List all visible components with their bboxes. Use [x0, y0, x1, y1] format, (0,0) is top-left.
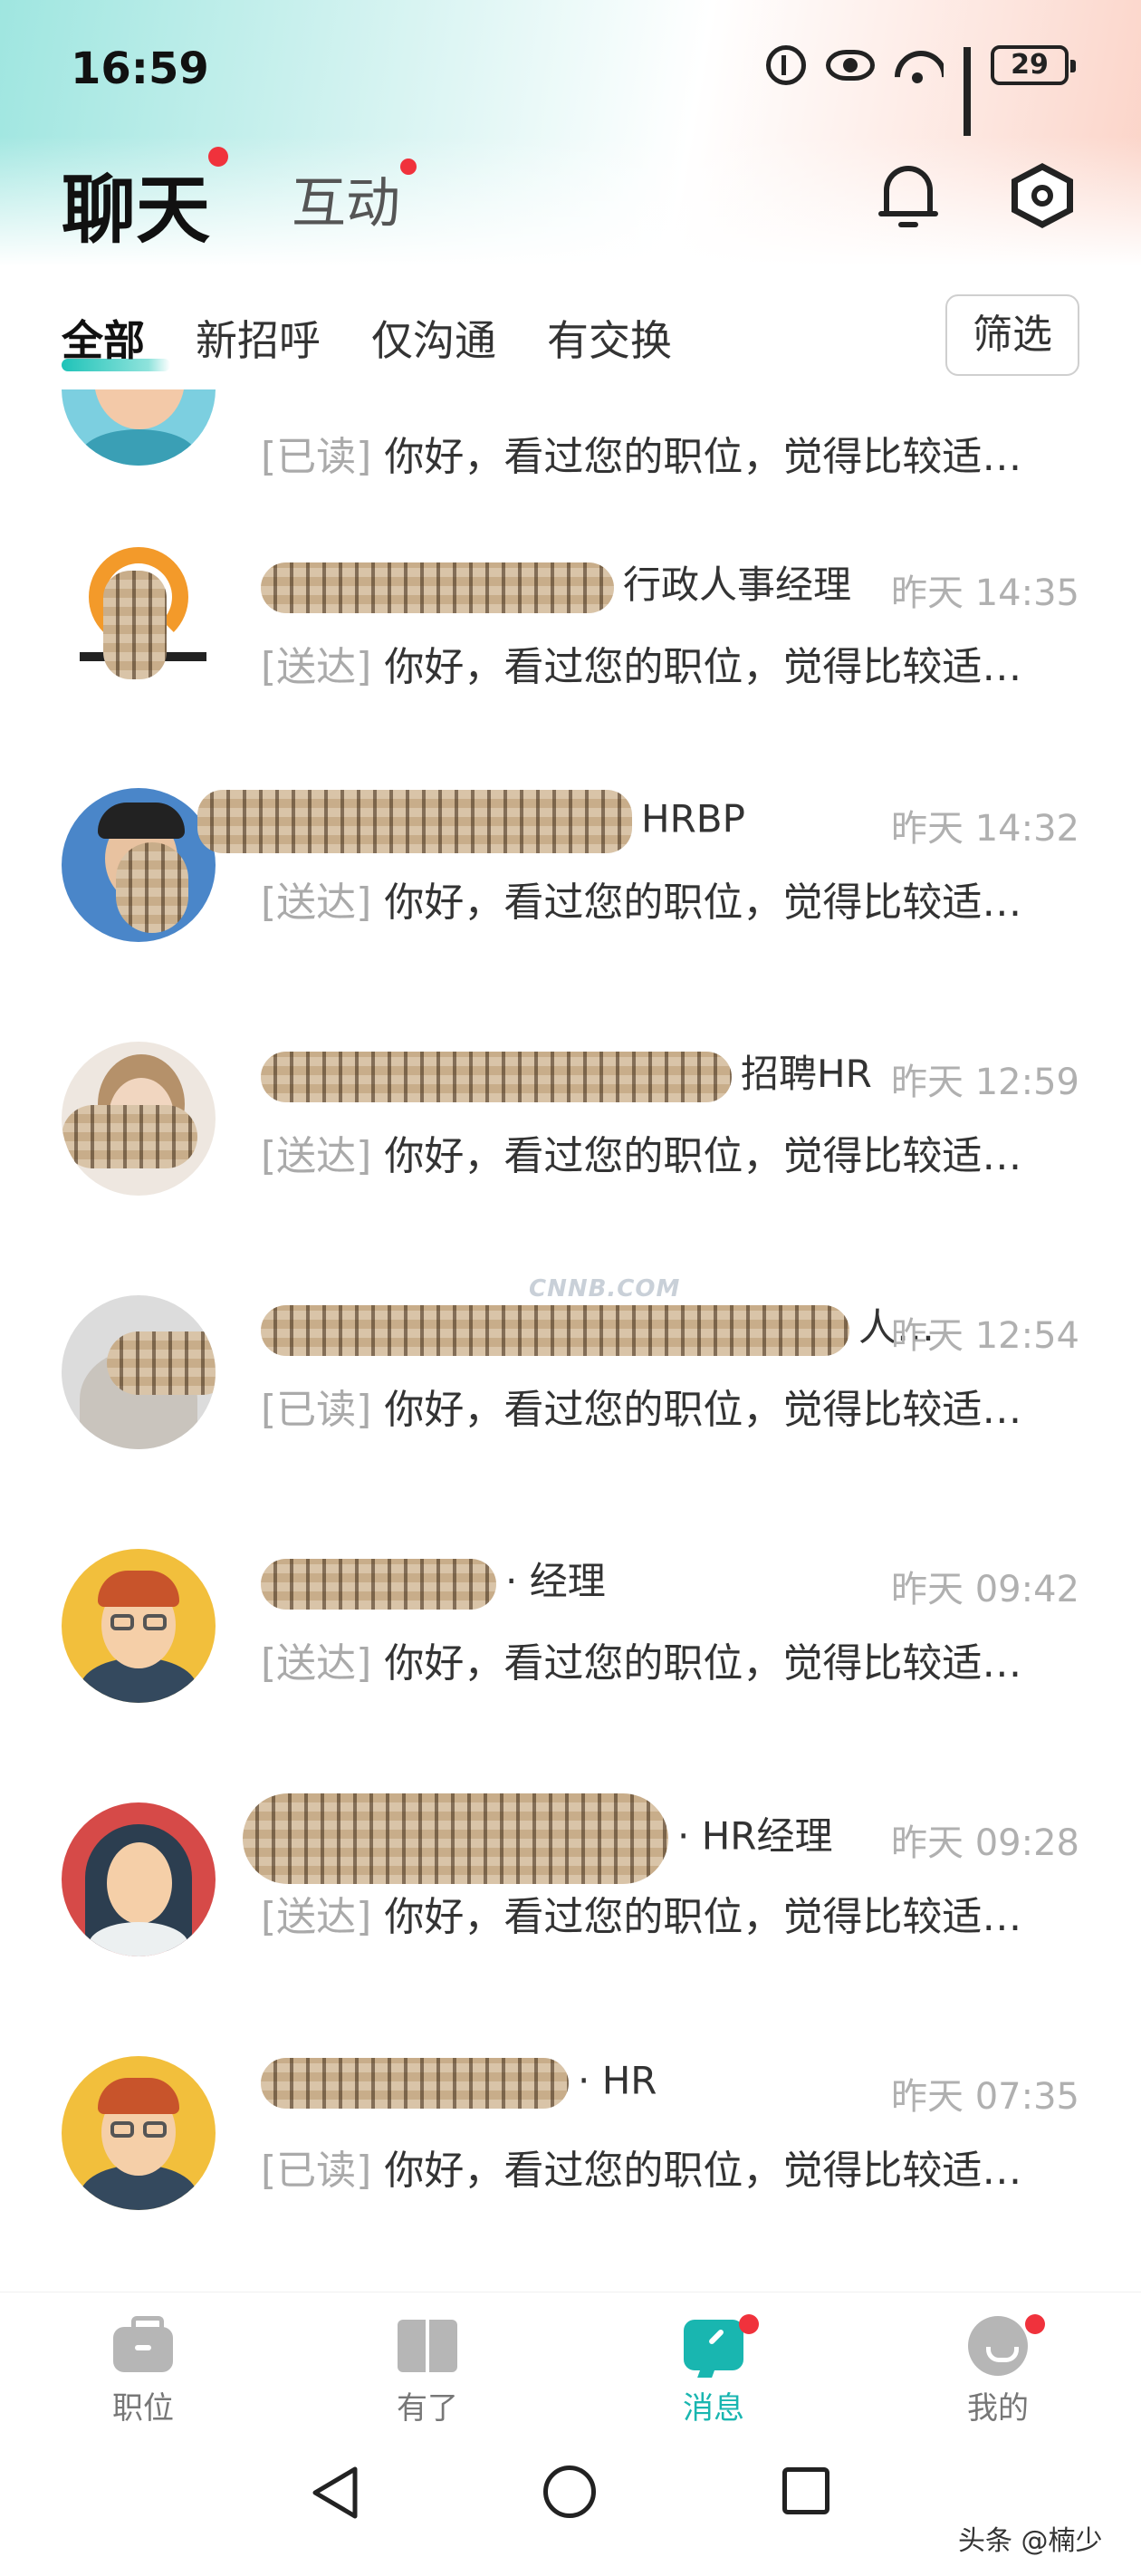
redacted-name [261, 1304, 849, 1356]
interact-badge [400, 159, 417, 175]
filter-tab-exchanged[interactable]: 有交换 [547, 308, 672, 368]
redacted-name [261, 1558, 496, 1610]
tab-chat[interactable]: 聊天 [62, 149, 210, 257]
nav-label: 职位 [112, 2390, 174, 2427]
message-preview: [送达] 你好，看过您的职位，觉得比较适… [261, 644, 1022, 690]
nav-youle[interactable]: 有了 [355, 2316, 500, 2427]
conversation-row[interactable]: · HR 昨天 07:35 [已读] 你好，看过您的职位，觉得比较适… [0, 2047, 1141, 2292]
avatar [62, 389, 216, 466]
conversation-row[interactable]: HRBP 昨天 14:32 [送达] 你好，看过您的职位，觉得比较适… [0, 779, 1141, 1033]
avatar [62, 543, 216, 697]
contact-name: · HR经理 [243, 1793, 832, 1884]
profile-badge [1025, 2314, 1045, 2334]
avatar [62, 1802, 216, 1956]
data-sync-icon [766, 45, 806, 85]
status-time: 16:59 [71, 43, 209, 94]
message-preview: [送达] 你好，看过您的职位，觉得比较适… [261, 1133, 1022, 1179]
eye-comfort-icon [826, 50, 875, 81]
briefcase-icon [111, 2316, 175, 2374]
battery-icon: 29 [991, 45, 1076, 85]
contact-name: · HR [261, 2058, 657, 2109]
redacted-name [197, 790, 632, 853]
contact-name: · 经理 [261, 1551, 606, 1610]
signal-icon [964, 47, 971, 136]
book-icon [396, 2316, 459, 2374]
message-time: 昨天 14:35 [891, 572, 1079, 614]
credit-watermark: 头条 @楠少 [958, 2525, 1103, 2557]
nav-label: 消息 [683, 2390, 744, 2427]
nav-profile[interactable]: 我的 [925, 2314, 1070, 2427]
avatar [62, 2056, 216, 2210]
status-bar: 16:59 29 [0, 0, 1141, 136]
redacted-name [261, 2058, 569, 2109]
conversation-row[interactable]: [已读] 你好，看过您的职位，觉得比较适… [0, 389, 1141, 525]
bottom-nav: 职位 有了 消息 我的 [0, 2292, 1141, 2427]
avatar [62, 1295, 216, 1449]
bell-icon[interactable] [878, 159, 938, 229]
avatar [62, 1549, 216, 1703]
nav-jobs[interactable]: 职位 [71, 2316, 216, 2427]
message-preview: [送达] 你好，看过您的职位，觉得比较适… [261, 1640, 1022, 1687]
chat-badge [208, 147, 228, 167]
profile-icon [966, 2316, 1030, 2376]
contact-name: 行政人事经理 [261, 554, 851, 613]
status-icons: 29 [766, 45, 1076, 136]
filter-tab-new-greeting[interactable]: 新招呼 [196, 308, 321, 368]
filter-tabs: 全部 新招呼 仅沟通 有交换 筛选 [0, 290, 1141, 389]
settings-icon[interactable] [1012, 163, 1073, 228]
conversation-list: [已读] 你好，看过您的职位，觉得比较适… 行政人事经理 昨天 14:35 [送… [0, 389, 1141, 2292]
message-preview: [已读] 你好，看过您的职位，觉得比较适… [261, 434, 1022, 480]
nav-label: 我的 [967, 2390, 1029, 2427]
avatar [62, 788, 216, 942]
message-preview: [送达] 你好，看过您的职位，觉得比较适… [261, 1894, 1022, 1940]
message-preview: [已读] 你好，看过您的职位，觉得比较适… [261, 2148, 1022, 2194]
conversation-row[interactable]: · 经理 昨天 09:42 [送达] 你好，看过您的职位，觉得比较适… [0, 1540, 1141, 1793]
contact-name: HRBP [197, 790, 745, 853]
wifi-icon [895, 45, 944, 85]
message-time: 昨天 09:42 [891, 1569, 1079, 1610]
messages-badge [739, 2314, 759, 2334]
recents-icon[interactable] [782, 2467, 829, 2514]
conversation-row[interactable]: · HR经理 昨天 09:28 [送达] 你好，看过您的职位，觉得比较适… [0, 1793, 1141, 2047]
message-time: 昨天 14:32 [891, 808, 1079, 850]
filter-tab-all[interactable]: 全部 [62, 308, 145, 368]
contact-name: 人… [261, 1297, 935, 1356]
redacted-name [261, 1051, 732, 1102]
message-time: 昨天 12:59 [891, 1062, 1079, 1103]
conversation-row[interactable]: 行政人事经理 昨天 14:35 [送达] 你好，看过您的职位，觉得比较适… [0, 525, 1141, 779]
home-icon[interactable] [543, 2465, 596, 2518]
nav-label: 有了 [397, 2390, 458, 2427]
filter-button[interactable]: 筛选 [945, 294, 1079, 376]
message-time: 昨天 12:54 [891, 1315, 1079, 1357]
avatar [62, 1042, 216, 1196]
watermark: CNNB.COM [529, 1275, 681, 1302]
message-time: 昨天 07:35 [891, 2076, 1079, 2118]
message-preview: [送达] 你好，看过您的职位，觉得比较适… [261, 879, 1022, 926]
nav-messages[interactable]: 消息 [641, 2314, 786, 2427]
message-preview: [已读] 你好，看过您的职位，觉得比较适… [261, 1387, 1022, 1433]
tab-interact[interactable]: 互动 [292, 159, 400, 238]
filter-tab-chat-only[interactable]: 仅沟通 [371, 308, 496, 368]
redacted-name [261, 562, 614, 613]
title-row: 聊天 互动 [0, 136, 1141, 254]
conversation-row[interactable]: 招聘HR 昨天 12:59 [送达] 你好，看过您的职位，觉得比较适… [0, 1033, 1141, 1286]
back-icon[interactable] [308, 2464, 362, 2522]
message-icon [682, 2316, 745, 2374]
contact-name: 招聘HR [261, 1043, 872, 1102]
message-time: 昨天 09:28 [891, 1822, 1079, 1864]
redacted-name [243, 1793, 668, 1884]
conversation-row[interactable]: 人… 昨天 12:54 [已读] 你好，看过您的职位，觉得比较适… [0, 1286, 1141, 1540]
